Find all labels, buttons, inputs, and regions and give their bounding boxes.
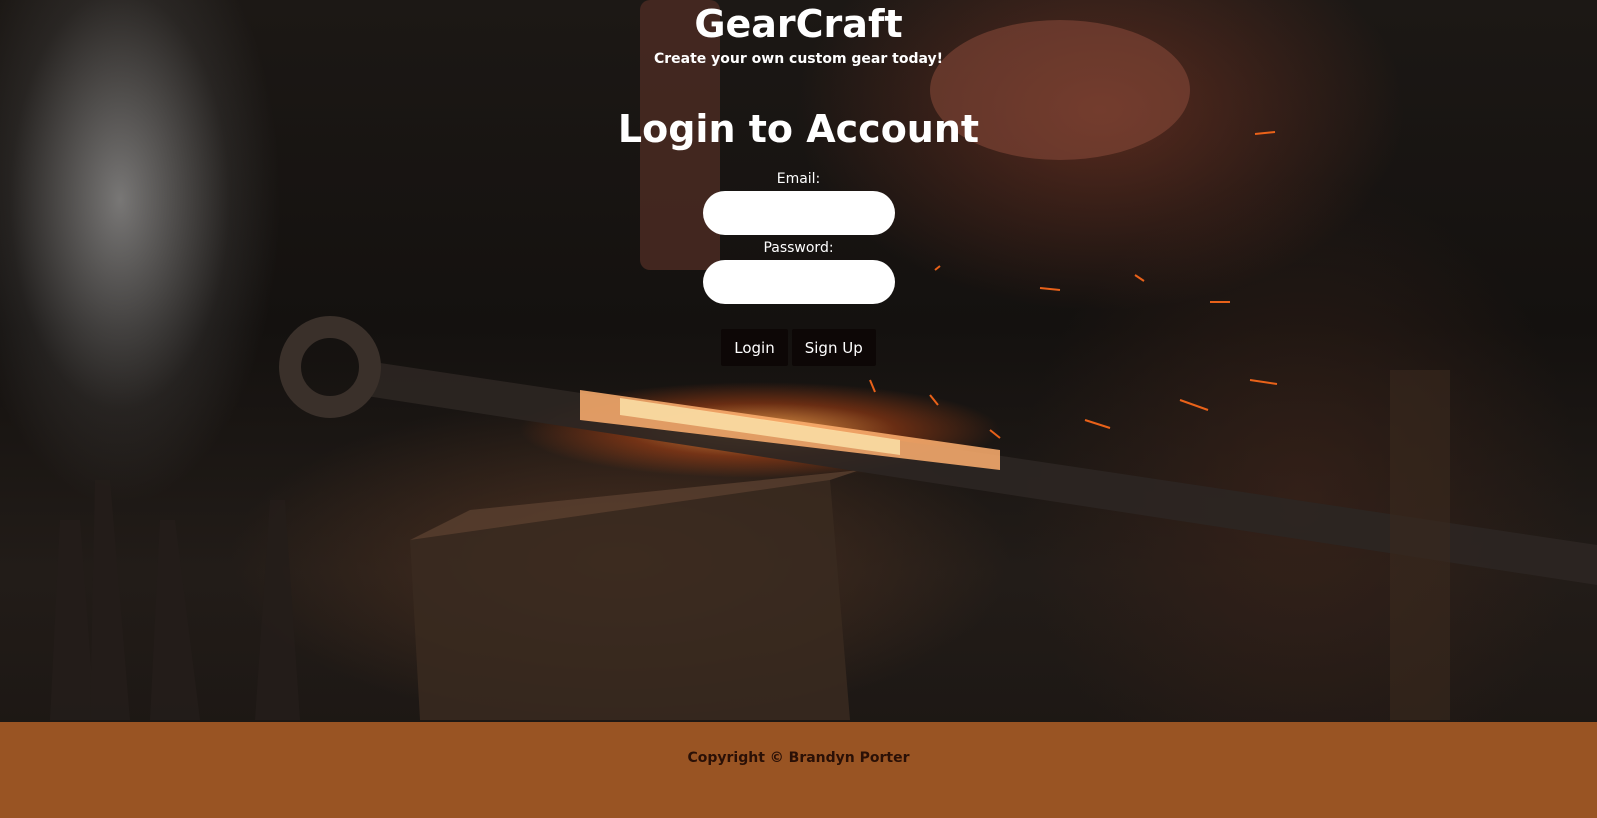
site-brand: GearCraft	[694, 2, 903, 46]
email-label: Email:	[776, 171, 821, 187]
site-tagline: Create your own custom gear today!	[653, 51, 944, 67]
copyright-text: Copyright © Brandyn Porter	[687, 750, 910, 766]
signup-button[interactable]: Sign Up	[791, 329, 876, 366]
login-page: GearCraft Create your own custom gear to…	[0, 0, 1597, 818]
login-title: Login to Account	[617, 107, 980, 151]
login-form: Login to Account Email: Password: Login …	[0, 104, 1597, 366]
site-footer: Copyright © Brandyn Porter	[0, 722, 1597, 818]
password-label: Password:	[763, 240, 834, 256]
site-header: GearCraft Create your own custom gear to…	[0, 0, 1597, 68]
password-field[interactable]	[702, 260, 895, 304]
form-actions: Login Sign Up	[0, 329, 1597, 366]
email-field[interactable]	[702, 191, 895, 235]
login-button[interactable]: Login	[721, 329, 788, 366]
